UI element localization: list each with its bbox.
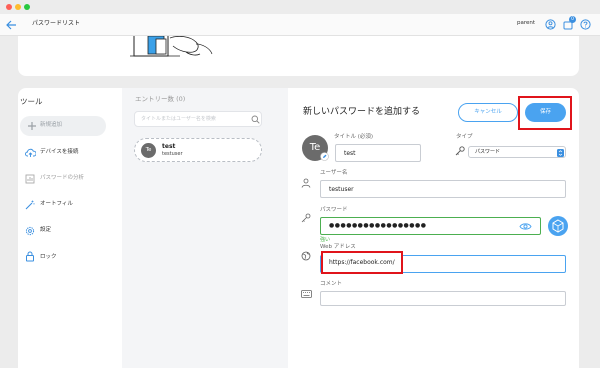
sidebar-item-label: 設定 [40,227,52,233]
sidebar-title: ツール [20,97,43,106]
plus-icon [28,122,36,130]
page-title: パスワードリスト [32,20,81,27]
zoom-window-button[interactable] [24,4,30,10]
cat-illustration [130,36,213,57]
cancel-button[interactable]: キャンセル [458,103,518,122]
user-icon [301,178,311,188]
sidebar-item-autofill[interactable]: オートフィル [20,197,106,213]
help-icon[interactable] [580,19,591,30]
entry-username: testuser [162,151,183,157]
minimize-window-button[interactable] [15,4,21,10]
analysis-icon [25,174,35,184]
password-input[interactable]: ●●●●●●●●●●●●●●●●● [320,217,541,235]
username-input[interactable]: testuser [320,180,566,198]
gear-icon [25,226,35,236]
keyboard-icon [301,290,312,298]
search-icon [251,115,260,124]
sidebar-item-lock[interactable]: ロック [20,249,106,265]
key-icon [455,146,465,156]
lock-icon [26,251,34,262]
type-select-value: パスワード [475,149,501,155]
sidebar-item-connect-device[interactable]: デバイスを接続 [20,145,106,161]
title-input-value: test [344,150,356,157]
entry-list-panel [122,88,288,368]
magic-wand-icon [25,200,35,210]
save-button[interactable]: 保存 [525,103,566,122]
show-password-eye-icon[interactable] [519,222,532,231]
title-field-label: タイトル (必須) [334,134,374,140]
window-titlebar [0,0,600,14]
notification-badge: 0 [569,16,576,23]
comment-field-label: コメント [320,281,343,287]
search-placeholder: タイトルまたはユーザー名を検索 [141,116,216,122]
comment-input[interactable] [320,291,566,306]
username-field-label: ユーザー名 [320,170,348,176]
sidebar-item-label: 新規追加 [40,122,63,128]
title-input[interactable]: test [335,144,421,162]
sidebar-item-settings[interactable]: 設定 [20,223,106,239]
sidebar-item-password-analysis[interactable]: パスワードの分析 [20,171,106,187]
type-select[interactable]: パスワード [468,146,566,158]
form-heading: 新しいパスワードを追加する [303,107,421,117]
username-input-value: testuser [329,186,354,193]
password-strength: 強い [320,237,331,243]
edit-avatar-icon[interactable] [320,152,329,161]
url-input-value: https://facebook.com/ [329,259,395,266]
entry-avatar: Te [141,143,156,158]
entry-count: エントリー数 (0) [135,95,186,103]
sidebar-item-new[interactable]: 新規追加 [20,116,106,136]
select-arrows-icon [557,148,564,157]
sidebar-item-label: ロック [40,254,57,260]
sidebar-item-label: デバイスを接続 [40,149,79,155]
top-banner [18,36,579,76]
account-icon[interactable] [545,19,556,30]
back-arrow-icon[interactable] [6,20,17,30]
close-window-button[interactable] [6,4,12,10]
url-input-highlight: https://facebook.com/ [321,251,403,274]
url-field-label: Web アドレス [320,244,356,250]
cloud-upload-icon [25,148,36,157]
list-item[interactable]: Te test testuser [134,138,262,162]
generate-password-icon[interactable] [548,216,568,236]
app-header: パスワードリスト parent 0 [0,14,600,36]
password-field-label: パスワード [320,207,348,213]
key-icon [301,213,311,223]
entry-title: test [162,143,176,150]
sidebar-item-label: オートフィル [40,201,73,207]
type-field-label: タイプ [456,134,473,140]
globe-icon [301,251,311,261]
username-label: parent [517,20,536,26]
password-input-value: ●●●●●●●●●●●●●●●●● [329,222,427,229]
search-input[interactable]: タイトルまたはユーザー名を検索 [134,111,262,127]
sidebar-item-label: パスワードの分析 [40,175,85,181]
